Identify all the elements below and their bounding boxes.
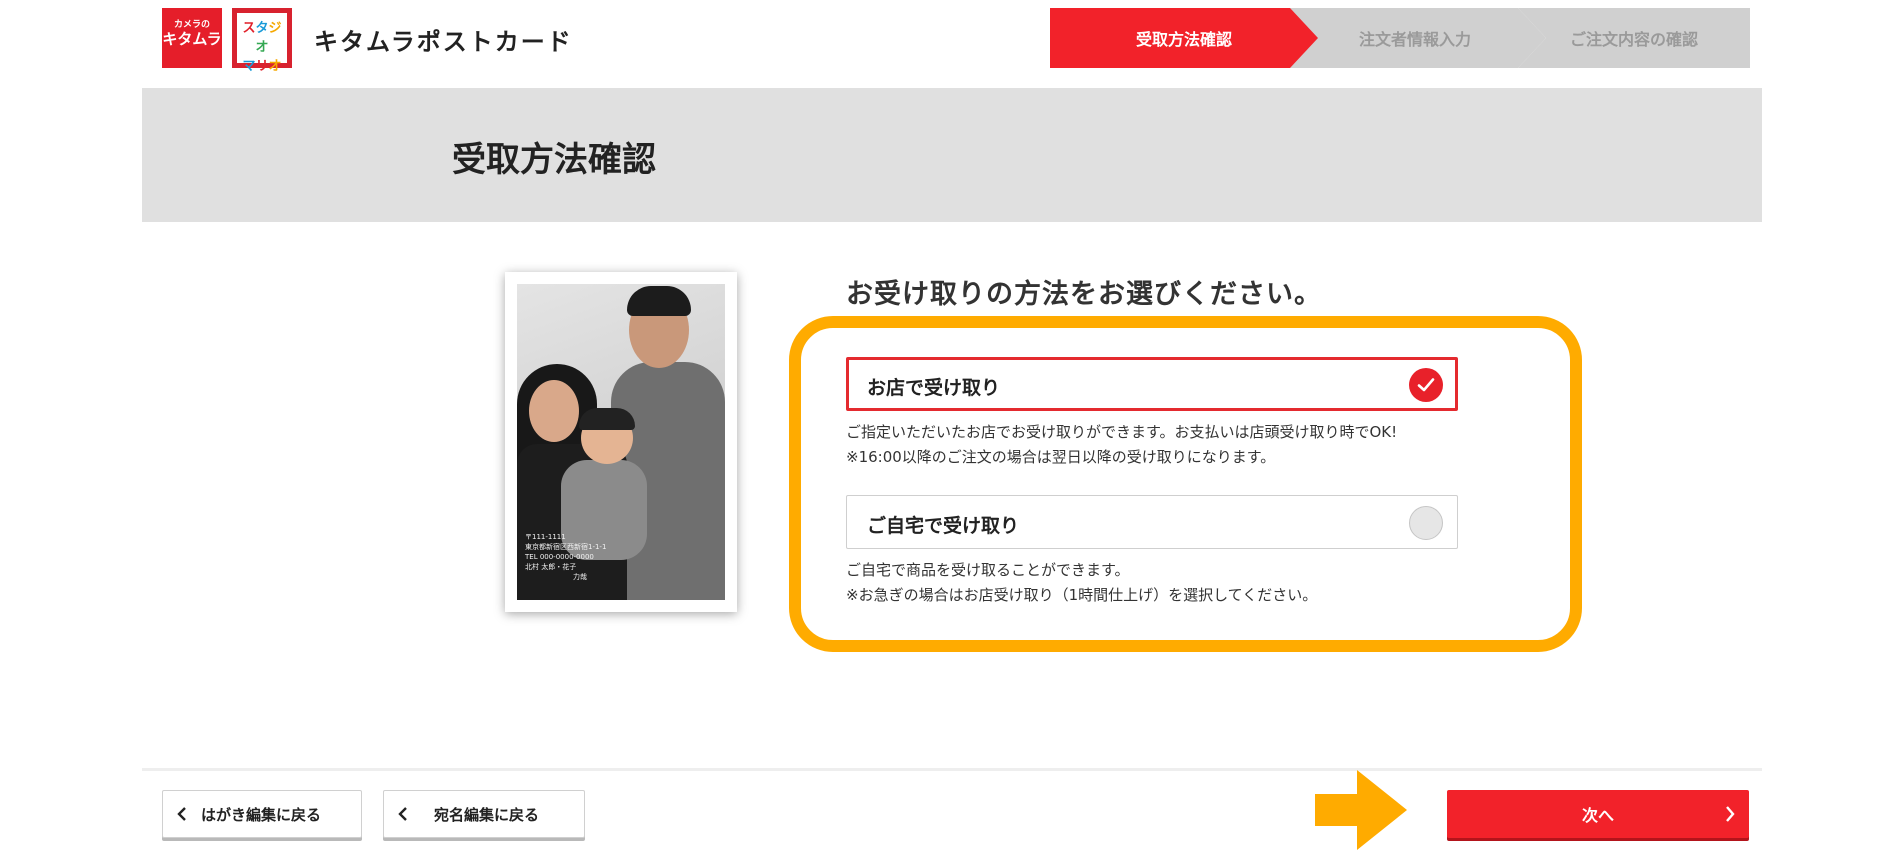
studio-char: マ [242,59,256,74]
step-order-confirm: ご注文内容の確認 [1518,8,1750,68]
studio-char: オ [268,59,282,74]
radio-icon[interactable] [1409,506,1443,540]
progress-steps: 受取方法確認 注文者情報入力 ご注文内容の確認 [1050,8,1750,68]
receive-method-question: お受け取りの方法をお選びください。 [846,279,1322,310]
option-store-pickup[interactable]: お店で受け取り [846,357,1458,411]
postcard-preview: 〒111-1111 東京都新宿区西新宿1-1-1 TEL 000-0000-00… [505,272,737,612]
studio-mario-logo-inner: スタジオ マリオ [237,13,287,74]
address-line: TEL 000-0000-0000 [525,553,594,561]
button-label: 宛名編集に戻る [434,805,540,824]
option-home-delivery-desc: ご自宅で商品を受け取ることができます。 ※お急ぎの場合はお店受け取り（1時間仕上… [846,558,1317,608]
option-desc-line: ※お急ぎの場合はお店受け取り（1時間仕上げ）を選択してください。 [846,586,1318,604]
option-home-delivery[interactable]: ご自宅で受け取り [846,495,1458,549]
chevron-left-icon [177,807,187,821]
button-label: 次へ [1581,806,1614,825]
studio-char: ジ [268,21,282,36]
option-store-pickup-desc: ご指定いただいたお店でお受け取りができます。お支払いは店頭受け取り時でOK! ※… [846,420,1397,470]
step-label: ご注文内容の確認 [1569,30,1698,49]
page-title: 受取方法確認 [452,140,656,180]
step-label: 受取方法確認 [1135,30,1232,49]
button-label: はがき編集に戻る [201,805,322,824]
arrow-right-icon [1315,770,1407,850]
family-photo: 〒111-1111 東京都新宿区西新宿1-1-1 TEL 000-0000-00… [517,284,725,600]
kitamura-logo-text: キタムラ [162,30,222,48]
footer-divider [142,768,1762,771]
photo-figure [579,408,635,430]
back-to-address-button[interactable]: 宛名編集に戻る [383,790,585,838]
brand-name: キタムラポストカード [314,28,573,56]
option-desc-line: ※16:00以降のご注文の場合は翌日以降の受け取りになります。 [846,448,1276,466]
chevron-right-icon [1725,806,1735,826]
chevron-left-icon [398,807,408,821]
title-band: 受取方法確認 [142,88,1762,222]
address-line: 〒111-1111 [525,533,566,541]
step-receive-method: 受取方法確認 [1050,8,1318,68]
next-button[interactable]: 次へ [1447,790,1749,838]
option-label: ご自宅で受け取り [867,515,1020,537]
option-desc-line: ご自宅で商品を受け取ることができます。 [846,561,1130,579]
studio-mario-logo[interactable]: スタジオ マリオ [232,8,292,74]
studio-char: タ [255,21,269,36]
postcard-address: 〒111-1111 東京都新宿区西新宿1-1-1 TEL 000-0000-00… [525,532,621,582]
studio-char: ス [242,21,256,36]
option-label: お店で受け取り [867,377,1001,399]
studio-char: リ [255,59,269,74]
photo-figure [529,380,579,442]
photo-figure [627,286,691,316]
address-line: 東京都新宿区西新宿1-1-1 [525,543,607,551]
kitamura-logo[interactable]: カメラの キタムラ [162,8,222,68]
site-header: カメラの キタムラ スタジオ マリオ キタムラポストカード 受取方法確認 注文者… [142,0,1762,88]
studio-mario-logo-line1: スタジオ [237,19,287,57]
studio-char: オ [255,40,269,55]
address-line: 力哉 [573,573,587,581]
step-orderer-info: 注文者情報入力 [1284,8,1546,68]
check-icon[interactable] [1409,368,1443,402]
step-label: 注文者情報入力 [1358,30,1471,49]
studio-mario-logo-line2: マリオ [237,57,287,76]
back-to-postcard-button[interactable]: はがき編集に戻る [162,790,362,838]
option-desc-line: ご指定いただいたお店でお受け取りができます。お支払いは店頭受け取り時でOK! [846,423,1398,441]
address-line: 北村 太郎・花子 [525,563,577,571]
